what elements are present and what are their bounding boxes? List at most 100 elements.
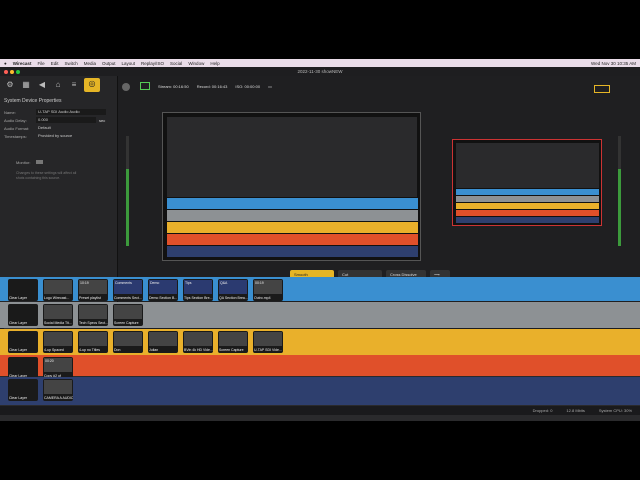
shot-cell[interactable]: Demo Demo Section B... xyxy=(148,279,178,301)
transform-icon[interactable]: ⚙ xyxy=(4,79,16,91)
shot-cell[interactable]: 00:20 Copy #2 of xyxy=(43,357,73,379)
program-audio-meter xyxy=(618,136,621,246)
source-icon[interactable]: ⌂ xyxy=(52,79,64,91)
shot-cell[interactable]: Tips Tips Section Bre... xyxy=(183,279,213,301)
menu-window[interactable]: Window xyxy=(188,61,204,66)
zoom-window-button[interactable] xyxy=(16,69,20,74)
shot-cell[interactable]: Q&A QA Section Brea... xyxy=(218,279,248,301)
shot-badge: 00:19 xyxy=(255,281,264,285)
program-indicator-icon[interactable] xyxy=(594,85,610,93)
monitor-row: Monitor: xyxy=(0,140,117,165)
shot-thumbnail xyxy=(79,332,107,346)
menu-edit[interactable]: Edit xyxy=(51,61,59,66)
menu-help[interactable]: Help xyxy=(210,61,219,66)
menu-media[interactable]: Media xyxy=(84,61,96,66)
shot-cell[interactable]: Comments Comments Sect... xyxy=(113,279,143,301)
shot-label: Comments Sect... xyxy=(114,296,142,300)
chat-icon[interactable]: ▭ xyxy=(268,84,272,89)
clear-layer-shot[interactable]: Clear Layer xyxy=(8,279,38,301)
shot-thumbnail xyxy=(44,280,72,294)
property-label: Name: xyxy=(4,109,16,115)
shot-cell[interactable]: 4-up Spaced xyxy=(43,331,73,353)
preview-row-blue xyxy=(167,198,418,209)
shot-cell[interactable]: Don xyxy=(113,331,143,353)
shot-cell[interactable]: Screen Capture xyxy=(218,331,248,353)
shot-thumbnail xyxy=(44,380,72,394)
shot-label: Don xyxy=(114,348,121,352)
minimize-window-button[interactable] xyxy=(10,69,14,74)
wirecast-logo-icon xyxy=(122,83,130,91)
apple-icon[interactable]: ● xyxy=(4,61,7,66)
shot-cell[interactable]: Tech Specs Sect... xyxy=(78,304,108,326)
stream-icon[interactable] xyxy=(140,82,150,90)
menu-clock: Wed Nov 30 10:35 AM xyxy=(591,60,636,66)
crop-icon[interactable]: ▦ xyxy=(20,79,32,91)
shot-badge: 00:20 xyxy=(45,359,54,363)
shot-badge: 10:19 xyxy=(80,281,89,285)
shot-thumbnail xyxy=(184,332,212,346)
audio-delay-field[interactable]: 0.000 xyxy=(36,117,96,123)
shot-thumbnail xyxy=(254,332,282,346)
shot-label: Outro.mp4 xyxy=(254,296,271,300)
preview-row-navy xyxy=(167,246,418,257)
menu-social[interactable]: Social xyxy=(170,61,182,66)
property-row-audio-format: Audio Format: Default xyxy=(0,124,117,132)
shot-cell[interactable]: U-TAP SDI Vide... xyxy=(253,331,283,353)
clear-layer-shot[interactable]: Clear Layer xyxy=(8,379,38,401)
device-properties-icon[interactable]: ◎ xyxy=(84,78,100,92)
shot-layer-row: Clear Layer CAMERA A AUDIO xyxy=(0,377,640,405)
clear-layer-shot[interactable]: Clear Layer xyxy=(8,357,38,379)
window-title: 2022-11-30 showNEW xyxy=(297,69,343,74)
shot-badge: Demo xyxy=(150,281,160,285)
app-window: ● Wirecast File Edit Switch Media Output… xyxy=(0,59,640,421)
close-window-button[interactable] xyxy=(4,69,8,74)
shot-cell[interactable]: Julian xyxy=(148,331,178,353)
shot-label: 4-up Spaced xyxy=(44,348,64,352)
shot-label: Preset playlist xyxy=(79,296,101,300)
audio-format-select[interactable]: Default xyxy=(36,125,106,131)
panel-title: System Device Properties xyxy=(4,98,62,104)
shot-cell[interactable]: 4-up no Titles xyxy=(78,331,108,353)
shot-layer-row: Clear Layer Logo Wirecast... 10:19 Preset p… xyxy=(0,277,640,301)
shot-cell[interactable]: 10:19 Preset playlist xyxy=(78,279,108,301)
preview-row-orange xyxy=(167,234,418,245)
name-field[interactable]: U-TAP SDI Audio Audio xyxy=(36,109,106,115)
menu-replay-iso[interactable]: Replay/ISO xyxy=(141,61,164,66)
shot-label: 4-up no Titles xyxy=(79,348,101,352)
shot-cell[interactable]: CAMERA A AUDIO xyxy=(43,379,73,401)
audio-icon[interactable]: ◀ xyxy=(36,79,48,91)
unit-label: sec xyxy=(99,117,106,123)
shot-cell[interactable]: BVin 4k HD Vide... xyxy=(183,331,213,353)
monitor-toggle[interactable] xyxy=(35,160,43,164)
menu-file[interactable]: File xyxy=(37,61,44,66)
timestamps-select[interactable]: Provided by source xyxy=(36,133,106,139)
cpu-usage: System CPU: 30% xyxy=(598,408,632,413)
menu-layout[interactable]: Layout xyxy=(122,61,136,66)
shot-label: Social Media Tit... xyxy=(44,321,72,325)
shot-badge: Comments xyxy=(115,281,132,285)
menu-output[interactable]: Output xyxy=(102,61,116,66)
menu-app-name[interactable]: Wirecast xyxy=(13,61,32,66)
clear-layer-shot[interactable]: Clear Layer xyxy=(8,304,38,326)
preview-audio-meter xyxy=(126,136,129,246)
property-row-name: Name: U-TAP SDI Audio Audio xyxy=(0,108,117,116)
clear-layer-shot[interactable]: Clear Layer xyxy=(8,331,38,353)
shot-thumbnail xyxy=(44,332,72,346)
shot-label: QA Section Brea... xyxy=(219,296,248,300)
shot-thumbnail xyxy=(114,332,142,346)
shot-cell[interactable]: 00:19 Outro.mp4 xyxy=(253,279,283,301)
shot-cell[interactable]: Logo Wirecast... xyxy=(43,279,73,301)
title-bar: 2022-11-30 showNEW xyxy=(0,67,640,76)
layers-icon[interactable]: ≡ xyxy=(68,79,80,91)
shot-label: Clear Layer xyxy=(9,296,28,300)
preview-row-gray xyxy=(167,210,418,221)
shot-thumbnail xyxy=(114,305,142,319)
iso-time: ISO: 00:00:00 xyxy=(235,83,261,89)
program-row-orange xyxy=(456,210,599,216)
menu-switch[interactable]: Switch xyxy=(64,61,77,66)
shot-cell[interactable]: Screen Capture xyxy=(113,304,143,326)
status-bar: Dropped: 0 12.8 Mbits System CPU: 30% xyxy=(0,406,640,415)
shot-thumbnail xyxy=(79,305,107,319)
property-label: Timestamps: xyxy=(4,133,27,139)
shot-cell[interactable]: Social Media Tit... xyxy=(43,304,73,326)
